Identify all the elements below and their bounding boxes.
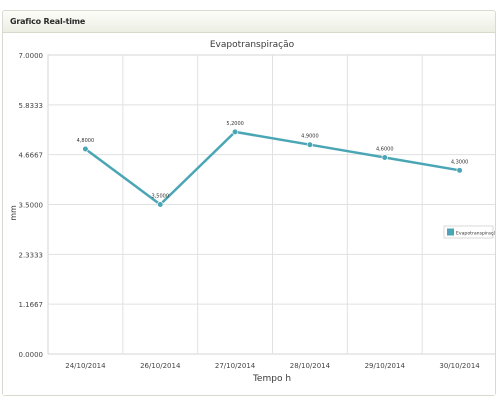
x-tick-label: 27/10/2014 xyxy=(215,362,256,370)
chart-panel: Grafico Real-time Evapotranspiração 0.00… xyxy=(2,10,499,396)
legend-swatch xyxy=(447,228,454,236)
data-label: 4,6000 xyxy=(376,147,394,153)
x-tick-label: 28/10/2014 xyxy=(290,362,331,370)
data-point xyxy=(306,141,314,148)
chart-background xyxy=(3,33,495,395)
data-point xyxy=(231,128,239,135)
x-tick-label: 26/10/2014 xyxy=(140,362,181,370)
chart-container: Evapotranspiração 0.0000 1.1667 2.3333 3.50… xyxy=(3,33,499,395)
data-label: 4,9000 xyxy=(301,134,319,140)
y-tick-label: 0.0000 xyxy=(19,351,44,359)
y-tick-label: 4.6667 xyxy=(19,152,44,160)
data-point xyxy=(157,201,164,208)
panel-title: Grafico Real-time xyxy=(3,11,495,33)
data-point xyxy=(381,154,388,161)
x-tick-label: 24/10/2014 xyxy=(65,362,106,370)
x-axis-title: Tempo h xyxy=(252,374,291,384)
line-chart: Evapotranspiração 0.0000 1.1667 2.3333 3.50… xyxy=(3,33,499,395)
x-tick-label: 29/10/2014 xyxy=(365,362,406,370)
y-tick-label: 2.3333 xyxy=(19,251,44,259)
data-label: 4,8000 xyxy=(77,138,95,144)
x-tick-label: 30/10/2014 xyxy=(439,362,480,370)
chart-title: Evapotranspiração xyxy=(210,40,295,50)
data-label: 3,5000 xyxy=(152,194,170,200)
y-tick-label: 7.0000 xyxy=(19,52,44,60)
y-axis-title: mm xyxy=(9,205,18,221)
y-tick-label: 1.1667 xyxy=(19,301,44,309)
data-label: 4,3000 xyxy=(451,159,469,165)
data-point xyxy=(82,145,89,153)
data-label: 5,2000 xyxy=(226,121,244,127)
y-tick-label: 5.8333 xyxy=(19,102,44,110)
legend-label: Evapotranspiração xyxy=(456,231,495,237)
y-tick-label: 3.5000 xyxy=(19,202,44,210)
data-point xyxy=(456,167,463,174)
